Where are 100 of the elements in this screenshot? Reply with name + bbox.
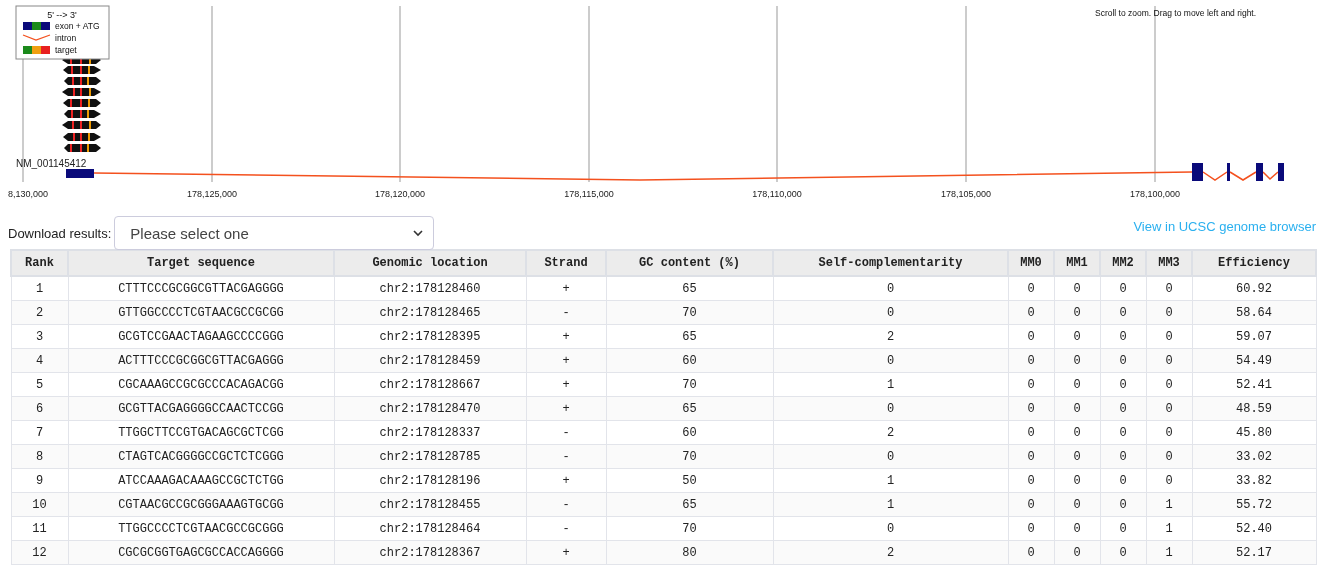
table-cell: 52.40 [1192,516,1316,541]
column-header: MM0 [1008,250,1054,276]
table-cell: chr2:178128470 [334,396,526,421]
table-cell: TTGGCTTCCGTGACAGCGCTCGG [68,420,334,445]
column-header: Self-complementarity [773,250,1008,276]
column-header: Strand [526,250,606,276]
table-cell: CGCGCGGTGAGCGCCACCAGGGG [68,540,334,565]
table-cell: 60 [606,348,773,373]
table-cell: ACTTTCCCGCGGCGTTACGAGGG [68,348,334,373]
table-cell: 4 [11,348,68,373]
table-cell: 0 [773,516,1008,541]
table-cell: chr2:178128455 [334,492,526,517]
table-cell: 70 [606,300,773,325]
legend-label: intron [55,33,77,43]
download-select[interactable]: Please select one [114,216,435,250]
target-swatch-icon [23,46,50,54]
axis-tick-label: 178,115,000 [564,189,614,199]
table-cell: CTAGTCACGGGGCCGCTCTCGGG [68,444,334,469]
table-cell: 65 [606,492,773,517]
table-cell: 33.82 [1192,468,1316,493]
table-cell: chr2:178128465 [334,300,526,325]
table-cell: 1 [11,276,68,301]
axis-tick-label: 178,120,000 [374,189,426,199]
table-cell: 0 [773,300,1008,325]
table-cell: 3 [11,324,68,349]
table-cell: 2 [773,540,1008,565]
table-cell: 2 [773,324,1008,349]
table-cell: 52.17 [1192,540,1316,565]
table-cell: 7 [11,420,68,445]
axis-tick-label: 178,100,000 [1129,189,1181,199]
table-cell: 5 [11,372,68,397]
axis-tick-label: 178,110,000 [752,189,802,199]
table-cell: chr2:178128785 [334,444,526,469]
legend-label: exon + ATG [55,21,100,31]
table-cell: + [526,276,606,301]
table-cell: GTTGGCCCCTCGTAACGCCGCGG [68,300,334,325]
table-cell: 60 [606,420,773,445]
column-header: Rank [11,250,68,276]
table-cell: chr2:178128196 [334,468,526,493]
table-cell: chr2:178128395 [334,324,526,349]
table-cell: 54.49 [1192,348,1316,373]
table-cell: 60.92 [1192,276,1316,301]
gene-label: NM_001145412 [16,158,87,169]
table-cell: 8 [11,444,68,469]
chevron-down-icon [413,229,424,237]
column-header: Target sequence [68,250,334,276]
table-cell: 59.07 [1192,324,1316,349]
column-header: Genomic location [334,250,526,276]
table-cell: 0 [773,276,1008,301]
axis-tick-label: 178,125,000 [186,189,238,199]
table-cell: CGTAACGCCGCGGGAAAGTGCGG [68,492,334,517]
table-cell: GCGTCCGAACTAGAAGCCCCGGG [68,324,334,349]
table-cell: 1 [773,372,1008,397]
table-cell: 70 [606,444,773,469]
table-cell: 55.72 [1192,492,1316,517]
column-header: MM2 [1100,250,1146,276]
table-cell: 45.80 [1192,420,1316,445]
table-cell: 65 [606,276,773,301]
download-label: Download results: [8,225,112,241]
table-cell: chr2:178128337 [334,420,526,445]
table-cell: 2 [11,300,68,325]
intron-swatch-icon [22,34,51,41]
table-cell: 70 [606,516,773,541]
table-cell: 65 [606,396,773,421]
table-cell: 12 [11,540,68,565]
table-cell: 1 [773,492,1008,517]
table-cell: 50 [606,468,773,493]
table-cell: 0 [773,348,1008,373]
legend-title: 5' --> 3' [47,10,77,20]
hint-text: Scroll to zoom. Drag to move left and right. [1095,8,1257,18]
table-cell: 48.59 [1192,396,1316,421]
exon-swatch-icon [23,22,50,30]
table-cell: 0 [773,396,1008,421]
column-header: Efficiency [1192,250,1316,276]
table-cell: 0 [773,444,1008,469]
legend-label: target [55,45,77,55]
table-cell: CGCAAAGCCGCGCCCACAGACGG [68,372,334,397]
table-cell: chr2:178128367 [334,540,526,565]
table-cell: TTGGCCCCTCGTAACGCCGCGGG [68,516,334,541]
table-cell: chr2:178128464 [334,516,526,541]
table-cell: 52.41 [1192,372,1316,397]
table-cell: 1 [773,468,1008,493]
table-cell: 70 [606,372,773,397]
column-header: MM3 [1146,250,1192,276]
table-cell: ATCCAAAGACAAAGCCGCTCTGG [68,468,334,493]
column-header: GC content (%) [606,250,773,276]
table-cell: 10 [11,492,68,517]
column-header: MM1 [1054,250,1100,276]
table-cell: 6 [11,396,68,421]
table-cell: 33.02 [1192,444,1316,469]
table-cell: 65 [606,324,773,349]
table-cell: 11 [11,516,68,541]
axis-tick-label: 178,105,000 [940,189,992,199]
table-cell: GCGTTACGAGGGGCCAACTCCGG [68,396,334,421]
table-cell: 58.64 [1192,300,1316,325]
table-cell: chr2:178128459 [334,348,526,373]
table-cell: chr2:178128667 [334,372,526,397]
axis-tick-label: 8,130,000 [8,189,49,199]
table-cell: 80 [606,540,773,565]
table-cell: chr2:178128460 [334,276,526,301]
